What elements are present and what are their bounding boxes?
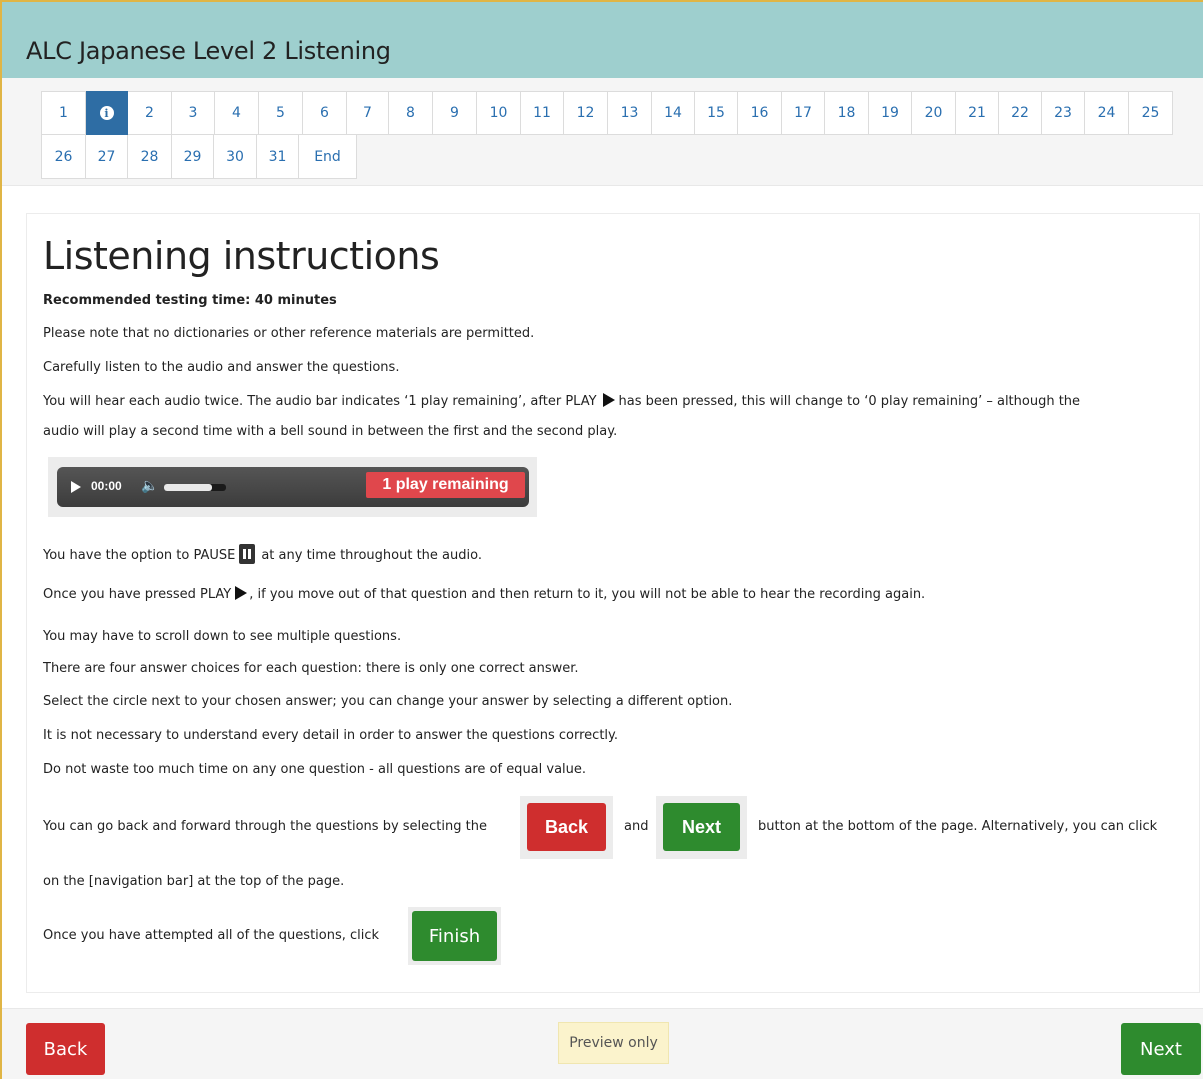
nav-item-13[interactable]: 13 [608,91,652,135]
audio-player: 00:00 🔈 1 play remaining [57,467,529,507]
nav-item-21[interactable]: 21 [956,91,999,135]
instruction-p4-part1: You have the option to PAUSE [43,548,236,563]
recommended-time: Recommended testing time: 40 minutes [43,293,337,308]
sample-next-frame: Next [656,796,747,859]
nav-item-28[interactable]: 28 [128,135,172,179]
nav-item-20[interactable]: 20 [912,91,956,135]
nav-item-11[interactable]: 11 [521,91,564,135]
instruction-p6: You may have to scroll down to see multi… [43,629,402,644]
back-button[interactable]: Back [26,1023,105,1075]
info-icon: i [99,106,114,120]
nav-row-1: 1 i 2 3 4 5 6 7 8 9 10 11 12 13 14 15 16 17 18 19 20 21 22 23 24… [41,91,1173,135]
test-title: ALC Japanese Level 2 Listening [26,37,391,65]
nav-item-6[interactable]: 6 [303,91,347,135]
pause-icon [239,544,256,564]
instruction-p5-part1: Once you have pressed PLAY [43,587,232,602]
nav-item-25[interactable]: 25 [1129,91,1173,135]
instruction-p8: Select the circle next to your chosen an… [43,694,733,709]
instruction-p11-and: and [624,819,649,834]
instruction-p2: Carefully listen to the audio and answer… [43,360,400,375]
instruction-p10: Do not waste too much time on any one qu… [43,762,587,777]
nav-item-7[interactable]: 7 [347,91,389,135]
nav-item-3[interactable]: 3 [172,91,215,135]
nav-item-22[interactable]: 22 [999,91,1042,135]
instruction-p3-part2: has been pressed, this will change to ‘0… [618,394,1081,409]
sample-back-button: Back [527,803,606,851]
nav-item-17[interactable]: 17 [782,91,825,135]
nav-item-10[interactable]: 10 [477,91,521,135]
nav-item-30[interactable]: 30 [214,135,257,179]
sample-finish-button: Finish [412,911,497,961]
instruction-p5: Once you have pressed PLAY , if you move … [43,585,925,605]
nav-item-5[interactable]: 5 [259,91,303,135]
instruction-p11-part1: You can go back and forward through the … [43,819,487,834]
nav-item-14[interactable]: 14 [652,91,695,135]
audio-play-icon [71,481,81,493]
instructions-title: Listening instructions [43,234,440,278]
play-icon [235,586,248,600]
nav-item-1[interactable]: 1 [41,91,86,135]
audio-time: 00:00 [91,479,122,493]
nav-item-8[interactable]: 8 [389,91,433,135]
nav-item-instructions[interactable]: i [86,91,128,135]
nav-item-31[interactable]: 31 [257,135,299,179]
nav-item-24[interactable]: 24 [1085,91,1129,135]
instruction-p5-part2: , if you move out of that question and t… [249,587,926,602]
instruction-p12: Once you have attempted all of the quest… [43,928,380,943]
volume-bar-fill [164,484,213,491]
nav-item-15[interactable]: 15 [695,91,738,135]
nav-item-9[interactable]: 9 [433,91,477,135]
instruction-p4-part2: at any time throughout the audio. [261,548,482,563]
nav-item-2[interactable]: 2 [128,91,172,135]
instruction-p7: There are four answer choices for each q… [43,661,579,676]
instruction-p9: It is not necessary to understand every … [43,728,619,743]
nav-row-2: 26 27 28 29 30 31 End [41,135,357,179]
sample-finish-frame: Finish [408,907,501,965]
nav-item-27[interactable]: 27 [86,135,128,179]
instruction-p3: You will hear each audio twice. The audi… [43,392,1183,412]
volume-bar [164,484,226,491]
instruction-p3-continued: audio will play a second time with a bel… [43,424,618,439]
instruction-p4: You have the option to PAUSE at any time … [43,544,482,566]
nav-item-26[interactable]: 26 [41,135,86,179]
next-button[interactable]: Next [1121,1023,1201,1075]
volume-icon: 🔈 [141,477,159,493]
instruction-p11-part3: on the [navigation bar] at the top of th… [43,874,345,889]
nav-item-16[interactable]: 16 [738,91,782,135]
nav-item-end[interactable]: End [299,135,357,179]
plays-remaining-badge: 1 play remaining [366,472,525,498]
sample-back-frame: Back [520,796,613,859]
nav-item-4[interactable]: 4 [215,91,259,135]
audio-player-sample: 00:00 🔈 1 play remaining [48,457,537,517]
preview-only-badge: Preview only [558,1022,669,1064]
play-icon [602,393,615,407]
instruction-p11-part2: button at the bottom of the page. Altern… [758,819,1158,834]
nav-item-29[interactable]: 29 [172,135,214,179]
instruction-p3-part1: You will hear each audio twice. The audi… [43,394,597,409]
instruction-p1: Please note that no dictionaries or othe… [43,326,535,341]
nav-item-23[interactable]: 23 [1042,91,1085,135]
nav-item-12[interactable]: 12 [564,91,608,135]
sample-next-button: Next [663,803,740,851]
nav-item-19[interactable]: 19 [869,91,912,135]
question-navigation-bar: 1 i 2 3 4 5 6 7 8 9 10 11 12 13 14 15 16 17 18 19 20 21 22 23 24… [2,78,1203,186]
page-header: ALC Japanese Level 2 Listening [2,2,1203,78]
nav-item-18[interactable]: 18 [825,91,869,135]
